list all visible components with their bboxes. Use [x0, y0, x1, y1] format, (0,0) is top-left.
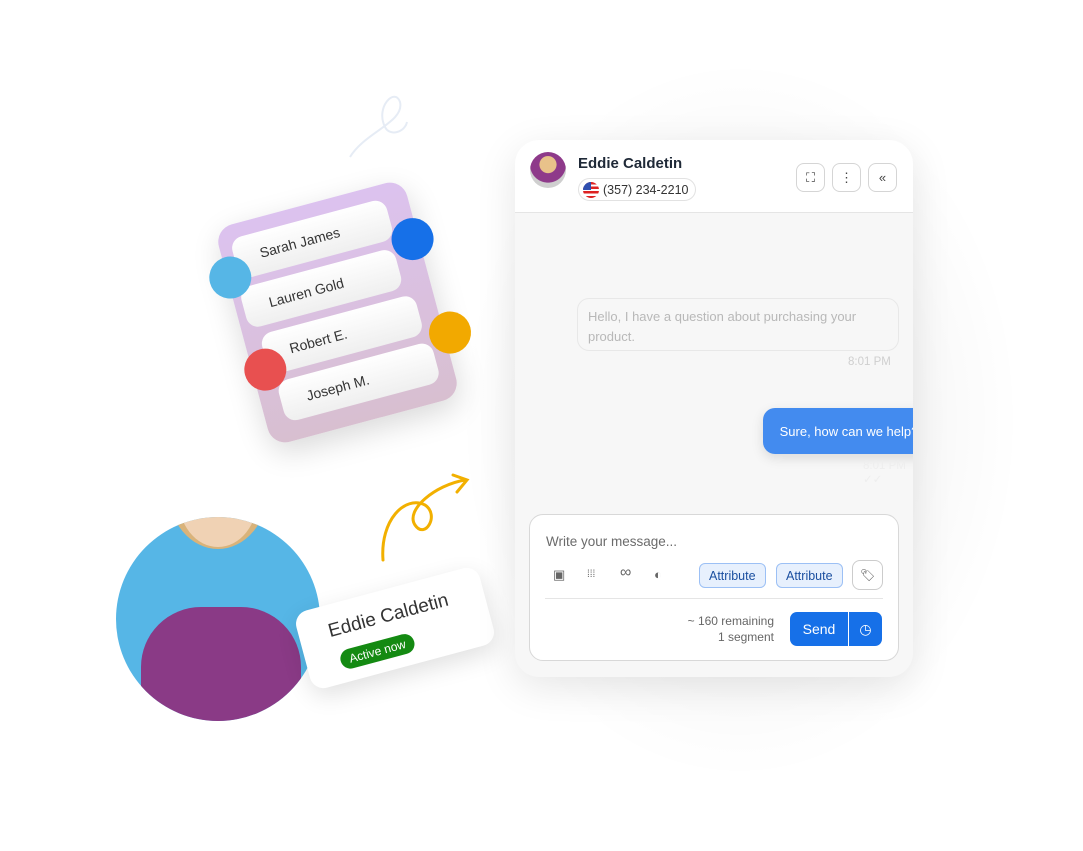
- more-vertical-icon: ⋮: [840, 169, 853, 185]
- phone-chip[interactable]: (357) 234-2210: [578, 178, 697, 201]
- collapse-button[interactable]: «: [868, 163, 897, 192]
- link-icon[interactable]: ∞: [620, 564, 631, 582]
- contact-list-card: Sarah James Lauren Gold Robert E. Joseph…: [204, 178, 476, 447]
- template-icon[interactable]: ◐: [654, 567, 662, 582]
- attribute-button[interactable]: Attribute: [699, 563, 766, 588]
- tag-button[interactable]: 🏷: [852, 560, 883, 590]
- collapse-icon: «: [878, 170, 887, 185]
- image-icon[interactable]: ▣: [553, 567, 565, 583]
- expand-button[interactable]: ⛶: [796, 163, 825, 192]
- message-input[interactable]: Write your message...: [546, 534, 677, 549]
- arrow-doodle: [381, 473, 470, 562]
- profile-name: Eddie Caldetin: [326, 589, 451, 642]
- incoming-message: Hello, I have a question about purchasin…: [577, 298, 899, 351]
- profile-card: Eddie Caldetin Active now: [292, 564, 498, 692]
- grid-icon[interactable]: ⁞⁞⁞: [587, 569, 595, 580]
- send-button-group[interactable]: Send ◷: [790, 612, 882, 646]
- more-button[interactable]: ⋮: [832, 163, 861, 192]
- avatar: [530, 152, 566, 188]
- tag-icon: 🏷: [859, 568, 876, 582]
- decorative-swirl: [349, 95, 408, 158]
- schedule-icon[interactable]: ◷: [849, 621, 882, 638]
- us-flag-icon: [583, 181, 599, 198]
- divider: [545, 598, 883, 599]
- contact-name: Eddie Caldetin: [578, 155, 683, 172]
- outgoing-message: Sure, how can we help?: [763, 408, 913, 454]
- read-receipt-icon: ✓✓: [863, 474, 883, 486]
- send-button[interactable]: Send: [790, 612, 849, 646]
- char-count: ~ 160 remaining 1 segment: [687, 614, 774, 644]
- chat-panel: Eddie Caldetin (357) 234-2210 ⛶ ⋮ « Hell…: [515, 140, 913, 677]
- chat-header: Eddie Caldetin (357) 234-2210 ⛶ ⋮ «: [515, 140, 913, 213]
- profile-photo: [116, 517, 320, 721]
- message-composer[interactable]: Write your message... ▣ ⁞⁞⁞ ∞ ◐ Attribut…: [529, 514, 899, 661]
- message-time: 8:01 PM: [848, 356, 891, 368]
- message-time: 8:01 PM ✓✓: [863, 460, 906, 486]
- expand-icon: ⛶: [805, 169, 816, 185]
- attribute-button[interactable]: Attribute: [776, 563, 843, 588]
